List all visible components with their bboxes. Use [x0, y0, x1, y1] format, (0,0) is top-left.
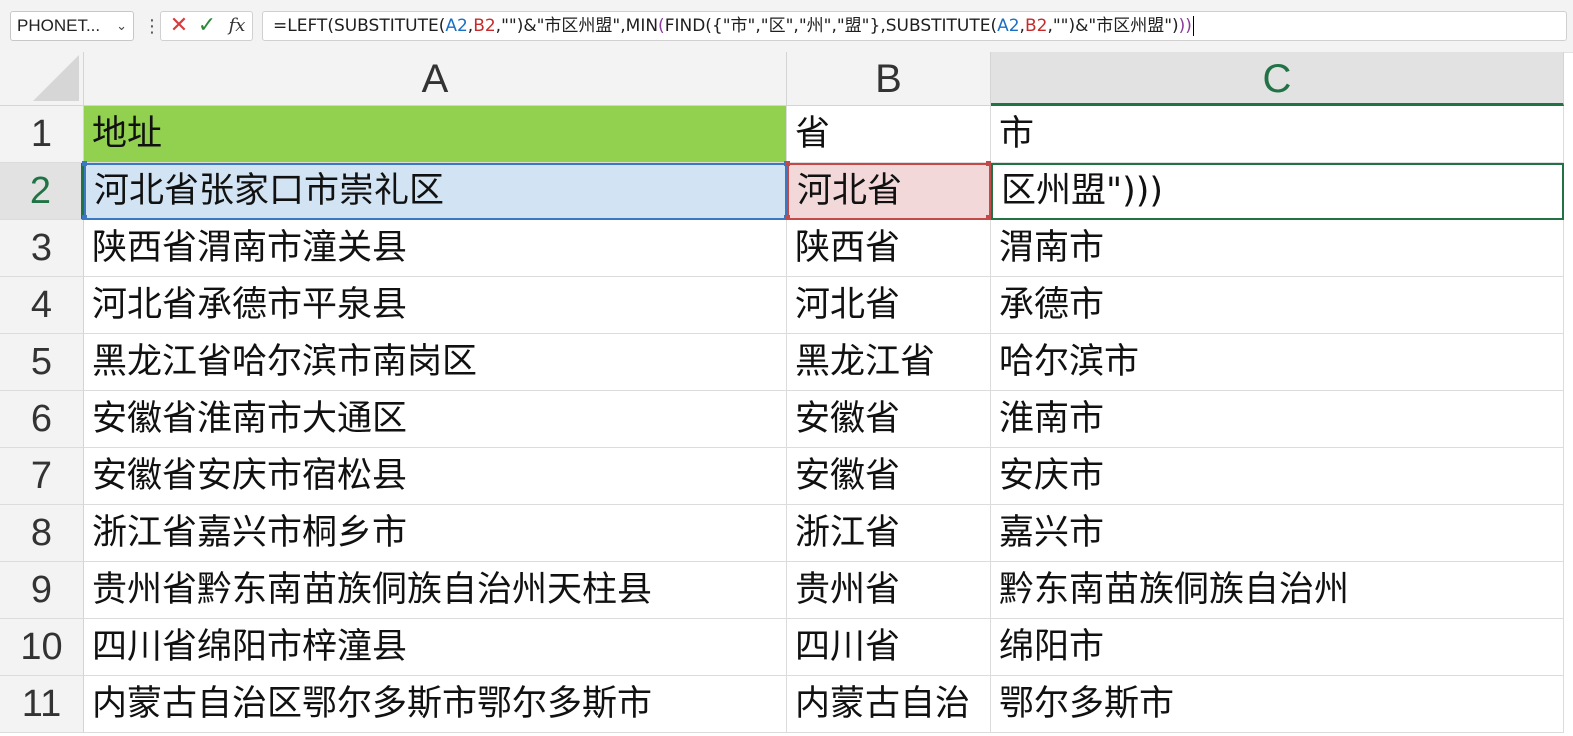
row-header-7[interactable]: 7 — [0, 448, 84, 505]
chevron-down-icon[interactable]: ⌄ — [116, 12, 127, 40]
row-header-11[interactable]: 11 — [0, 676, 84, 733]
row-header-9[interactable]: 9 — [0, 562, 84, 619]
row-header-4[interactable]: 4 — [0, 277, 84, 334]
cell-c8[interactable]: 嘉兴市 — [991, 505, 1564, 562]
cell-b1[interactable]: 省 — [787, 106, 991, 163]
cell-c4[interactable]: 承德市 — [991, 277, 1564, 334]
formula-segment: A2 — [997, 16, 1020, 36]
text-caret — [1192, 16, 1194, 36]
name-box[interactable]: PHONET... ⌄ — [10, 11, 134, 41]
cell-b10[interactable]: 四川省 — [787, 619, 991, 676]
cell-a10[interactable]: 四川省绵阳市梓潼县 — [84, 619, 787, 676]
more-options-icon[interactable]: ⋮ — [143, 13, 161, 41]
cell-b8[interactable]: 浙江省 — [787, 505, 991, 562]
range-resize-handle[interactable] — [986, 215, 991, 220]
cell-c5[interactable]: 哈尔滨市 — [991, 334, 1564, 391]
cell-a9[interactable]: 贵州省黔东南苗族侗族自治州天柱县 — [84, 562, 787, 619]
range-resize-handle[interactable] — [82, 161, 87, 166]
row-header-8[interactable]: 8 — [0, 505, 84, 562]
formula-bar: PHONET... ⌄ ⋮ ✕ ✓ fx =LEFT(SUBSTITUTE(A2… — [0, 0, 1573, 53]
cell-c6[interactable]: 淮南市 — [991, 391, 1564, 448]
column-header-c[interactable]: C — [991, 52, 1564, 106]
cell-b11[interactable]: 内蒙古自治 — [787, 676, 991, 733]
cell-c11[interactable]: 鄂尔多斯市 — [991, 676, 1564, 733]
cell-a6[interactable]: 安徽省淮南市大通区 — [84, 391, 787, 448]
cell-c2[interactable]: 区州盟"))) — [991, 163, 1564, 220]
cell-b7[interactable]: 安徽省 — [787, 448, 991, 505]
name-box-value: PHONET... — [17, 16, 101, 35]
cell-b4[interactable]: 河北省 — [787, 277, 991, 334]
cell-b3[interactable]: 陕西省 — [787, 220, 991, 277]
range-resize-handle[interactable] — [785, 215, 790, 220]
formula-segment: ( — [658, 16, 665, 36]
row-header-1[interactable]: 1 — [0, 106, 84, 163]
cell-a5[interactable]: 黑龙江省哈尔滨市南岗区 — [84, 334, 787, 391]
select-all-corner[interactable] — [0, 52, 84, 106]
cell-a8[interactable]: 浙江省嘉兴市桐乡市 — [84, 505, 787, 562]
cell-c10[interactable]: 绵阳市 — [991, 619, 1564, 676]
formula-segment: A2 — [445, 16, 468, 36]
cell-a11[interactable]: 内蒙古自治区鄂尔多斯市鄂尔多斯市 — [84, 676, 787, 733]
formula-segment: =LEFT(SUBSTITUTE( — [273, 16, 446, 36]
range-resize-handle[interactable] — [986, 161, 991, 166]
column-header-b[interactable]: B — [787, 52, 991, 106]
cell-a2[interactable]: 河北省张家口市崇礼区 — [84, 163, 787, 220]
cancel-icon[interactable]: ✕ — [167, 12, 191, 40]
formula-segment: ,"")&"市区州盟") — [1047, 16, 1179, 36]
column-header-a[interactable]: A — [84, 52, 787, 106]
select-all-triangle-icon — [33, 55, 79, 101]
row-header-6[interactable]: 6 — [0, 391, 84, 448]
cell-c3[interactable]: 渭南市 — [991, 220, 1564, 277]
cell-a3[interactable]: 陕西省渭南市潼关县 — [84, 220, 787, 277]
cell-c1[interactable]: 市 — [991, 106, 1564, 163]
cell-a7[interactable]: 安徽省安庆市宿松县 — [84, 448, 787, 505]
cell-b5[interactable]: 黑龙江省 — [787, 334, 991, 391]
range-resize-handle[interactable] — [785, 161, 790, 166]
cell-a1[interactable]: 地址 — [84, 106, 787, 163]
formula-segment: B2 — [473, 16, 496, 36]
cell-a4[interactable]: 河北省承德市平泉县 — [84, 277, 787, 334]
cell-b9[interactable]: 贵州省 — [787, 562, 991, 619]
formula-buttons: ✕ ✓ fx — [160, 11, 253, 41]
row-header-10[interactable]: 10 — [0, 619, 84, 676]
row-header-5[interactable]: 5 — [0, 334, 84, 391]
cell-b6[interactable]: 安徽省 — [787, 391, 991, 448]
confirm-icon[interactable]: ✓ — [195, 12, 219, 40]
formula-segment: ,"")&"市区州盟",MIN — [495, 16, 659, 36]
insert-function-icon[interactable]: fx — [225, 12, 249, 40]
cell-c7[interactable]: 安庆市 — [991, 448, 1564, 505]
formula-input[interactable]: =LEFT(SUBSTITUTE(A2,B2,"")&"市区州盟",MIN(FI… — [262, 11, 1567, 41]
row-header-2[interactable]: 2 — [0, 163, 84, 220]
formula-segment: )) — [1178, 16, 1192, 36]
range-resize-handle[interactable] — [82, 215, 87, 220]
formula-segment: FIND({"市","区","州","盟"},SUBSTITUTE( — [664, 16, 998, 36]
cell-c9[interactable]: 黔东南苗族侗族自治州 — [991, 562, 1564, 619]
formula-segment: B2 — [1024, 16, 1048, 36]
row-header-3[interactable]: 3 — [0, 220, 84, 277]
cell-b2[interactable]: 河北省 — [787, 163, 991, 220]
